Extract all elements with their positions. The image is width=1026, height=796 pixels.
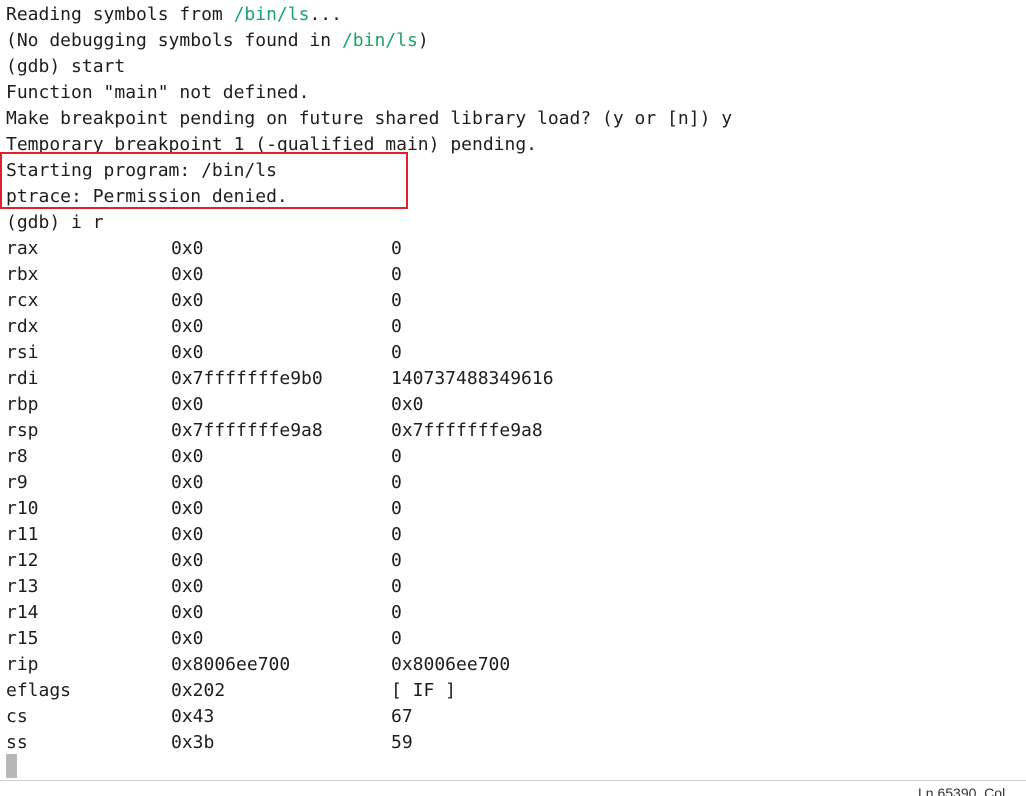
register-row: r10 0x0 0 bbox=[6, 496, 706, 522]
register-hex-value: 0x43 bbox=[171, 706, 215, 727]
register-row: r15 0x0 0 bbox=[6, 626, 706, 652]
register-name: r14 bbox=[6, 602, 39, 623]
register-natural-value: 59 bbox=[391, 732, 413, 753]
register-natural-value: 0 bbox=[391, 524, 402, 545]
register-hex-value: 0x3b bbox=[171, 732, 215, 753]
register-hex-value: 0x0 bbox=[171, 472, 204, 493]
register-natural-value: 0 bbox=[391, 290, 402, 311]
register-name: r10 bbox=[6, 498, 39, 519]
register-row: rdx 0x0 0 bbox=[6, 314, 706, 340]
register-name: rax bbox=[6, 238, 39, 259]
register-name: rsp bbox=[6, 420, 39, 441]
register-name: cs bbox=[6, 706, 28, 727]
register-name: r12 bbox=[6, 550, 39, 571]
register-natural-value: 0x7fffffffe9a8 bbox=[391, 420, 543, 441]
register-row: r12 0x0 0 bbox=[6, 548, 706, 574]
register-row: ss 0x3b 59 bbox=[6, 730, 706, 756]
register-row: rip 0x8006ee700 0x8006ee700 bbox=[6, 652, 706, 678]
register-name: r8 bbox=[6, 446, 28, 467]
register-natural-value: 0 bbox=[391, 342, 402, 363]
register-row: rbx 0x0 0 bbox=[6, 262, 706, 288]
register-row: rax 0x0 0 bbox=[6, 236, 706, 262]
register-natural-value: 0 bbox=[391, 550, 402, 571]
register-natural-value: 140737488349616 bbox=[391, 368, 554, 389]
status-bar: Ln 65390, Col bbox=[0, 780, 1026, 796]
register-hex-value: 0x0 bbox=[171, 290, 204, 311]
terminal-output[interactable]: Reading symbols from /bin/ls... (No debu… bbox=[0, 0, 1026, 780]
register-name: r13 bbox=[6, 576, 39, 597]
register-row: rcx 0x0 0 bbox=[6, 288, 706, 314]
register-name: rdx bbox=[6, 316, 39, 337]
register-natural-value: 0 bbox=[391, 498, 402, 519]
terminal-line: (gdb) start bbox=[6, 56, 126, 77]
register-natural-value: 0 bbox=[391, 238, 402, 259]
register-natural-value: 0 bbox=[391, 628, 402, 649]
register-hex-value: 0x0 bbox=[171, 550, 204, 571]
register-hex-value: 0x0 bbox=[171, 394, 204, 415]
register-row: cs 0x43 67 bbox=[6, 704, 706, 730]
register-natural-value: 0x8006ee700 bbox=[391, 654, 511, 675]
register-name: rip bbox=[6, 654, 39, 675]
register-row: rdi 0x7fffffffe9b0 140737488349616 bbox=[6, 366, 706, 392]
register-name: rbp bbox=[6, 394, 39, 415]
register-natural-value: 0 bbox=[391, 576, 402, 597]
register-natural-value: 0 bbox=[391, 602, 402, 623]
register-row: r14 0x0 0 bbox=[6, 600, 706, 626]
register-hex-value: 0x0 bbox=[171, 524, 204, 545]
register-row: r9 0x0 0 bbox=[6, 470, 706, 496]
register-row: rsp 0x7fffffffe9a8 0x7fffffffe9a8 bbox=[6, 418, 706, 444]
path-text: /bin/ls bbox=[233, 4, 310, 25]
cursor-position[interactable]: Ln 65390, Col bbox=[918, 785, 1005, 796]
register-name: rdi bbox=[6, 368, 39, 389]
register-hex-value: 0x0 bbox=[171, 238, 204, 259]
register-hex-value: 0x0 bbox=[171, 602, 204, 623]
register-row: r8 0x0 0 bbox=[6, 444, 706, 470]
path-text: /bin/ls bbox=[341, 30, 418, 51]
register-hex-value: 0x0 bbox=[171, 316, 204, 337]
register-row: r13 0x0 0 bbox=[6, 574, 706, 600]
register-name: rsi bbox=[6, 342, 39, 363]
register-hex-value: 0x7fffffffe9b0 bbox=[171, 368, 323, 389]
register-hex-value: 0x8006ee700 bbox=[171, 654, 291, 675]
highlight-box bbox=[0, 152, 408, 209]
register-natural-value: 0 bbox=[391, 316, 402, 337]
register-hex-value: 0x0 bbox=[171, 342, 204, 363]
register-row: eflags 0x202 [ IF ] bbox=[6, 678, 706, 704]
terminal-line: Function "main" not defined. bbox=[6, 82, 310, 103]
register-hex-value: 0x0 bbox=[171, 628, 204, 649]
terminal-line: Reading symbols from /bin/ls... bbox=[6, 4, 342, 25]
register-hex-value: 0x202 bbox=[171, 680, 226, 701]
register-natural-value: 0 bbox=[391, 264, 402, 285]
register-hex-value: 0x0 bbox=[171, 264, 204, 285]
terminal-line: Make breakpoint pending on future shared… bbox=[6, 108, 733, 129]
register-hex-value: 0x0 bbox=[171, 446, 204, 467]
register-name: r15 bbox=[6, 628, 39, 649]
register-hex-value: 0x0 bbox=[171, 576, 204, 597]
register-row: rsi 0x0 0 bbox=[6, 340, 706, 366]
text-cursor bbox=[6, 754, 17, 778]
register-row: rbp 0x0 0x0 bbox=[6, 392, 706, 418]
register-name: eflags bbox=[6, 680, 72, 701]
register-natural-value: 0 bbox=[391, 446, 402, 467]
register-name: rbx bbox=[6, 264, 39, 285]
register-natural-value: 67 bbox=[391, 706, 413, 727]
register-natural-value: [ IF ] bbox=[391, 680, 457, 701]
terminal-line: (gdb) i r bbox=[6, 212, 104, 233]
register-name: rcx bbox=[6, 290, 39, 311]
register-name: r9 bbox=[6, 472, 28, 493]
register-row: r11 0x0 0 bbox=[6, 522, 706, 548]
register-name: r11 bbox=[6, 524, 39, 545]
register-natural-value: 0 bbox=[391, 472, 402, 493]
register-natural-value: 0x0 bbox=[391, 394, 424, 415]
terminal-line: (No debugging symbols found in /bin/ls) bbox=[6, 30, 429, 51]
register-hex-value: 0x0 bbox=[171, 498, 204, 519]
register-hex-value: 0x7fffffffe9a8 bbox=[171, 420, 323, 441]
register-name: ss bbox=[6, 732, 28, 753]
